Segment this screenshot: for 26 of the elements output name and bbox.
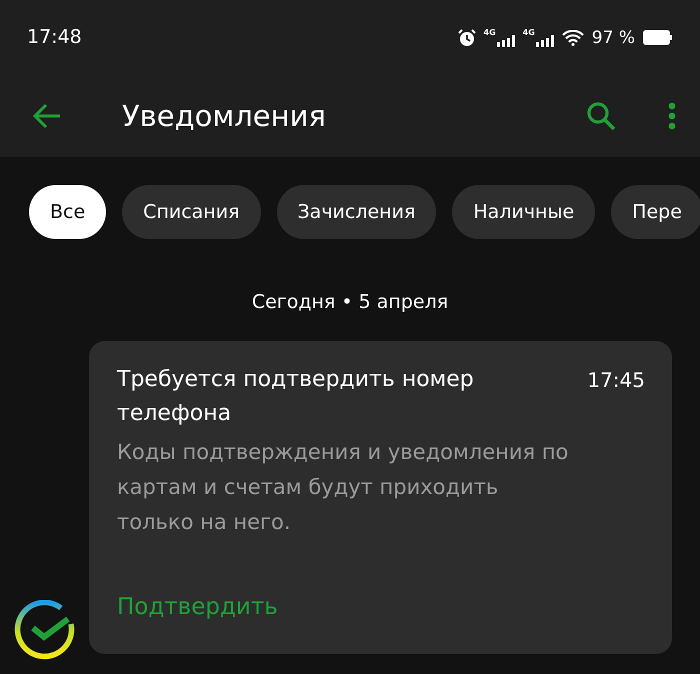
filter-chip[interactable]: Зачисления	[276, 185, 436, 239]
network-type: 4G	[484, 28, 496, 37]
search-button[interactable]	[586, 101, 616, 131]
search-icon	[586, 101, 616, 131]
signal-icon	[496, 34, 515, 47]
signal-icon	[536, 34, 554, 47]
filter-chip[interactable]: Списания	[122, 185, 260, 239]
network-type: 4G	[522, 28, 535, 37]
filter-chip[interactable]: Наличные	[452, 185, 596, 239]
back-button[interactable]	[32, 103, 62, 129]
confirm-link[interactable]: Подтвердить	[117, 594, 278, 620]
alarm-icon	[458, 28, 476, 46]
filter-chip[interactable]: Все	[29, 185, 106, 239]
notification-time: 17:45	[587, 367, 645, 394]
back-arrow-icon	[32, 103, 62, 129]
more-button[interactable]	[668, 102, 676, 130]
notification-title: Требуется подтвердить номер телефона	[117, 366, 475, 428]
battery-icon	[643, 30, 672, 45]
battery-percentage: 97 %	[592, 28, 635, 48]
menu-dots-icon	[668, 102, 676, 130]
wifi-icon	[562, 30, 584, 46]
notification-body: Коды подтверждения и уведомления по картам и счетам будут приходить только на него.	[117, 439, 570, 536]
status-time: 17:48	[27, 26, 83, 48]
filter-chip[interactable]: Пере	[611, 185, 700, 239]
date-header: Сегодня • 5 апреля	[250, 291, 450, 313]
screen-title: Уведомления	[122, 99, 327, 133]
